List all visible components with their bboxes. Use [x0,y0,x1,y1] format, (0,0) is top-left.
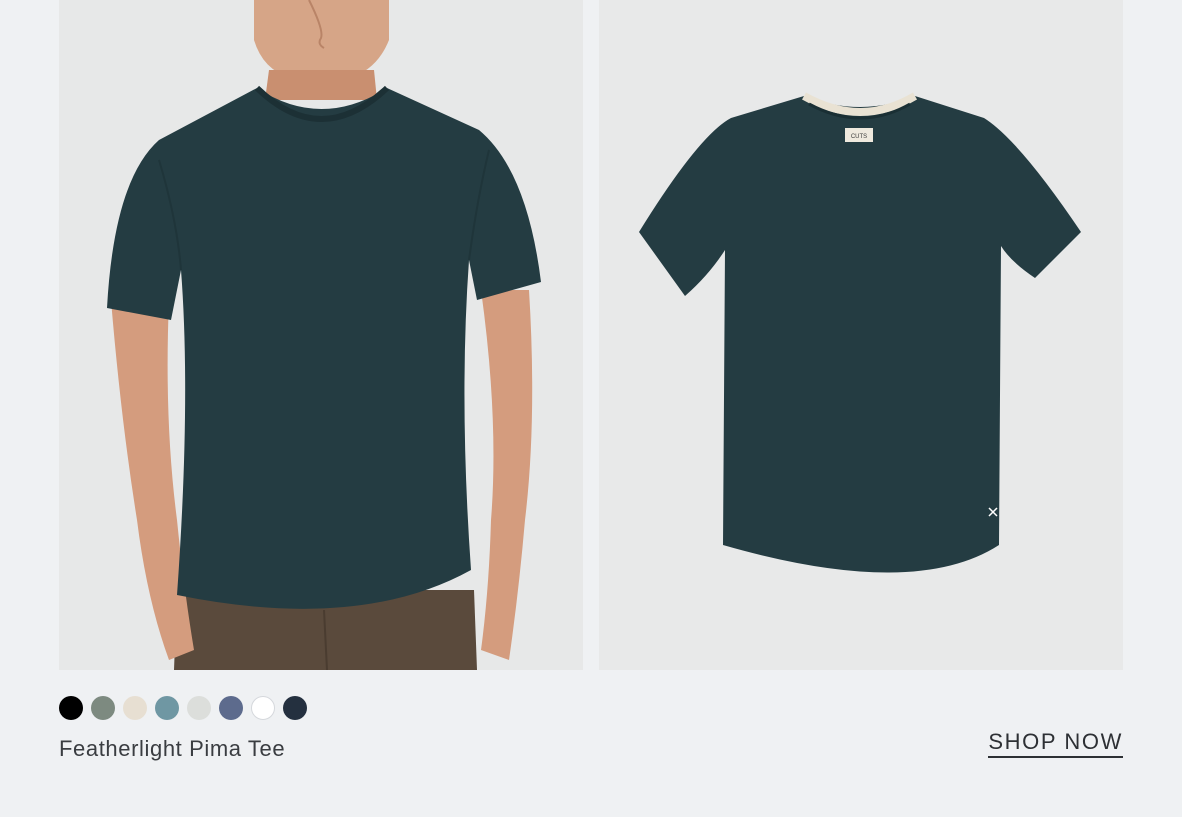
product-card: CUTS Featherlight Pima Tee SHOP NOW [0,0,1182,817]
swatch-navy[interactable] [283,696,307,720]
model-illustration [59,0,583,670]
swatch-sand[interactable] [123,696,147,720]
swatch-white[interactable] [251,696,275,720]
color-swatches [59,696,307,722]
swatch-light-grey[interactable] [187,696,211,720]
swatch-sage[interactable] [91,696,115,720]
model-photo[interactable] [59,0,583,670]
flat-tee-illustration: CUTS [599,0,1123,670]
shop-now-link[interactable]: SHOP NOW [988,729,1123,758]
swatch-slate-blue[interactable] [155,696,179,720]
swatch-denim-blue[interactable] [219,696,243,720]
flat-lay-photo[interactable]: CUTS [599,0,1123,670]
swatch-black[interactable] [59,696,83,720]
brand-label-text: CUTS [851,134,867,140]
product-name[interactable]: Featherlight Pima Tee [59,736,285,762]
